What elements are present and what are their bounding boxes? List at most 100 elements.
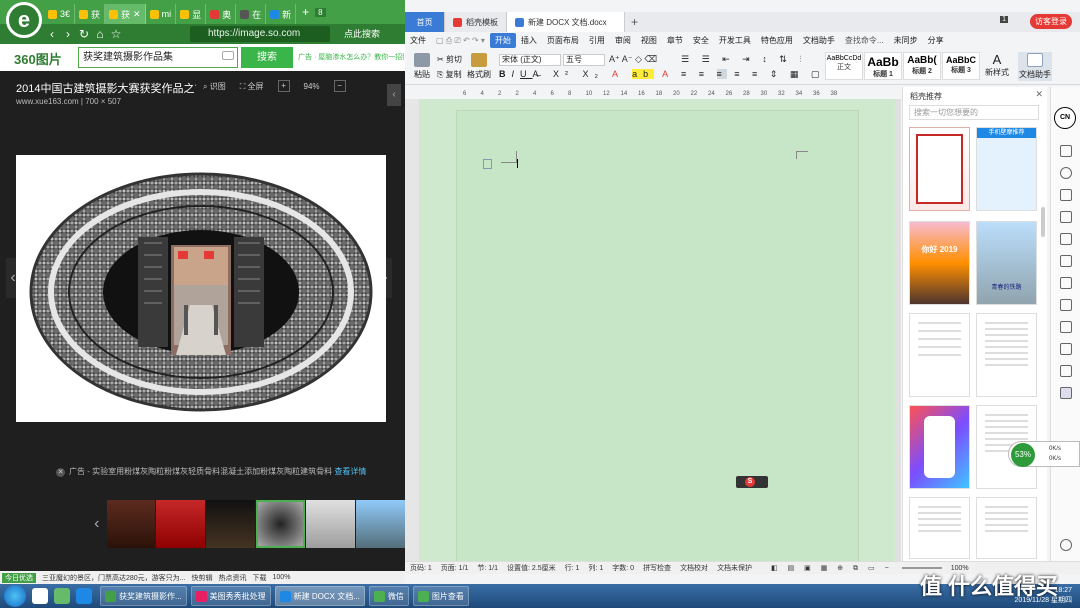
cut-button[interactable]: ✂ 剪切 [437,54,462,65]
menu-view[interactable]: 视图 [636,33,662,48]
cn-badge-icon[interactable]: CN [1054,107,1076,129]
browser-tab[interactable]: 3€ [44,4,76,24]
menu-doc-assistant[interactable]: 文档助手 [798,33,840,48]
main-image[interactable] [16,155,386,422]
tab-document[interactable]: 新建 DOCX 文档.docx [507,12,625,32]
page-icon[interactable] [1060,321,1072,333]
paste-button[interactable]: 粘贴 [411,53,433,80]
zoom-in-button[interactable]: + [277,80,290,92]
menu-file[interactable]: 文件 [405,33,431,48]
status-section[interactable]: 节: 1/1 [477,563,498,573]
browser-tab[interactable]: 获 [75,4,106,24]
template-thumbnail[interactable]: 青春的铁路 [976,221,1037,305]
address-bar[interactable]: https://image.so.com [190,26,330,42]
status-page-num[interactable]: 页码: 1 [410,563,432,573]
camera-icon[interactable] [222,51,234,60]
status-zoom[interactable]: 100% [273,574,291,581]
status-quickcut[interactable]: 快剪辑 [192,573,213,583]
taskbar-item-meitu[interactable]: 美图秀秀批处理 [190,586,271,606]
menu-features[interactable]: 特色应用 [756,33,798,48]
command-search[interactable]: 查找命令... [840,33,889,48]
template-thumbnail[interactable] [909,127,970,211]
ad-details-link[interactable]: 查看详情 [334,467,366,476]
refresh-icon[interactable]: ↻ [76,27,92,41]
start-button[interactable] [4,585,26,607]
tab-docer-templates[interactable]: 稻壳模板 [445,12,507,32]
sogou-ime-bar[interactable]: S [736,476,768,488]
status-proofread[interactable]: 文档校对 [680,563,708,573]
template-thumbnail[interactable]: 你好 2019 [909,221,970,305]
menu-insert[interactable]: 插入 [516,33,542,48]
template-thumbnail[interactable] [976,313,1037,397]
status-pages[interactable]: 页面: 1/1 [441,563,469,573]
sync-status[interactable]: 未同步 [889,33,923,48]
taskbar-item-browser[interactable]: 获奖建筑摄影作... [100,586,187,606]
new-tab-icon[interactable]: + [625,12,644,32]
font-size-select[interactable]: 五号 [563,54,605,66]
status-news[interactable]: 三亚魔幻的景区，门票高达280元，游客只为... [42,573,186,583]
menu-developer[interactable]: 开发工具 [714,33,756,48]
table-icon[interactable] [1060,255,1072,267]
browser-tab[interactable]: 新 [266,4,297,24]
taskbar-item-wechat[interactable]: 微信 [368,586,409,606]
forward-icon[interactable]: › [60,27,76,41]
pane-scrollbar[interactable] [1041,207,1045,237]
template-thumbnail[interactable] [976,497,1037,559]
taskbar-item-image-viewer[interactable]: 图片查看 [412,586,469,606]
new-style-button[interactable]: A 新样式 [983,53,1011,78]
status-column[interactable]: 列: 1 [588,563,603,573]
menu-review[interactable]: 审阅 [610,33,636,48]
browser-tab[interactable]: 在 [236,4,267,24]
tab-close-icon[interactable]: ✕ [133,9,141,20]
chart-icon[interactable] [1060,233,1072,245]
status-hot[interactable]: 热点资讯 [219,573,247,583]
status-protection[interactable]: 文档未保护 [717,563,752,573]
home-icon[interactable]: ⌂ [92,27,108,41]
format-painter-button[interactable]: 格式刷 [467,53,491,80]
layout-icon[interactable] [1060,211,1072,223]
pane-close-icon[interactable]: ✕ [1035,89,1043,100]
document-canvas[interactable]: S [405,99,900,570]
text-format-buttons[interactable]: BIUA̶ X² X₂ A ab A [499,69,674,79]
document-page[interactable] [456,110,859,570]
style-heading-1[interactable]: AaBb 标题 1 [864,52,902,80]
template-thumbnail[interactable] [909,405,970,489]
media-player-icon[interactable] [54,588,70,604]
top-ad-text[interactable]: 广告 · 屋脑渗水怎么办？教你一招快速 [298,52,404,62]
star-icon[interactable]: ☆ [108,27,124,41]
view-mode-icons[interactable]: ◧ ▤ ▣ ▦ ⊕ ⧉ ▭ − [771,564,893,573]
chat-icon[interactable] [1060,539,1072,551]
browser-logo-icon[interactable]: e [6,2,42,38]
search-input[interactable]: 获奖建筑摄影作品集 [78,47,238,68]
search-button[interactable]: 搜索 [241,47,293,68]
copy-icon[interactable] [1060,277,1072,289]
thumbnail[interactable] [356,500,406,548]
new-tab-icon[interactable]: + [296,5,315,19]
font-select[interactable]: 宋体 (正文) [499,54,561,66]
thumbnail[interactable] [156,500,206,548]
box-icon[interactable] [1060,343,1072,355]
pane-search-input[interactable]: 搜索一切您想要的 [909,105,1039,120]
style-heading-2[interactable]: AaBb(标题 2 [903,52,941,80]
status-picks[interactable]: 今日优选 [2,572,36,583]
qq-icon[interactable] [32,588,48,604]
fullscreen-button[interactable]: ⛶ 全屏 [240,81,264,92]
browser-tab[interactable]: 奥 [206,4,237,24]
template-thumbnail[interactable]: 手机壁摩推荐 [976,127,1037,211]
copy-button[interactable]: ⎘ 复制 [437,69,462,80]
thumbnails-prev-icon[interactable]: ‹ [88,515,106,533]
tab-home[interactable]: 首页 [405,12,445,32]
collapse-panel-button[interactable]: ‹ [387,84,401,106]
zoom-out-button[interactable]: − [333,80,346,92]
style-normal[interactable]: AaBbCcDd 正文 [825,52,863,80]
paragraph-icon[interactable] [483,159,492,169]
share-button[interactable]: 分享 [923,33,949,48]
thumbnail[interactable] [106,500,156,548]
pane-title[interactable]: 稻壳推荐 [910,91,942,102]
adjust-icon[interactable] [1060,189,1072,201]
search-here-button[interactable]: 点此搜索 [344,27,380,40]
status-line[interactable]: 行: 1 [565,563,580,573]
guest-login-button[interactable]: 访客登录 [1030,14,1072,29]
status-download[interactable]: 下载 [253,573,267,583]
browser-tab[interactable]: mi [146,4,177,24]
